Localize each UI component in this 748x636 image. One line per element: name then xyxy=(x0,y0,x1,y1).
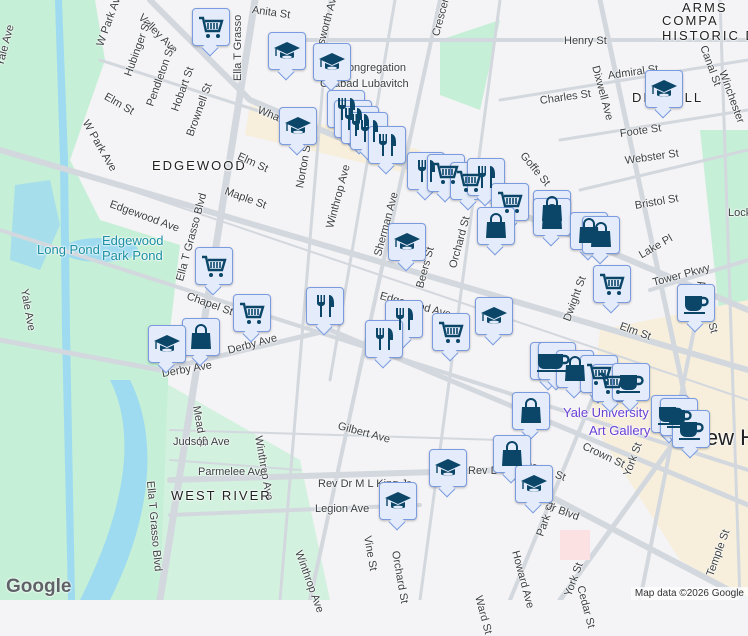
map-marker-grad[interactable] xyxy=(148,325,186,363)
map-marker-bag[interactable] xyxy=(533,198,571,236)
map-marker-grad[interactable] xyxy=(645,70,683,108)
map-label: Lock xyxy=(728,207,748,219)
map-label: Long Pond xyxy=(37,242,100,257)
map-label: COMPA xyxy=(662,13,719,28)
map-label: Ward St xyxy=(472,594,494,636)
map-marker-bag[interactable] xyxy=(582,216,620,254)
map-marker-bag[interactable] xyxy=(493,435,531,473)
map-marker-grad[interactable] xyxy=(475,297,513,335)
map-marker-cart[interactable] xyxy=(195,247,233,285)
map-marker-cart[interactable] xyxy=(233,294,271,332)
map-marker-grad[interactable] xyxy=(268,32,306,70)
map-marker-cart[interactable] xyxy=(432,313,470,351)
map-marker-grad[interactable] xyxy=(515,465,553,503)
map-marker-bag[interactable] xyxy=(477,207,515,245)
map-marker-cup[interactable] xyxy=(677,284,715,322)
map-marker-grad[interactable] xyxy=(388,223,426,261)
map-label: Parmelee Ave xyxy=(198,466,267,478)
map-marker-cart[interactable] xyxy=(593,265,631,303)
map-label: HISTORIC DI xyxy=(662,28,748,43)
map-attribution[interactable]: Map data ©2026 Google xyxy=(630,587,748,600)
map-label: Judson Ave xyxy=(173,436,230,448)
map-marker-cup[interactable] xyxy=(672,410,710,448)
map-label: WEST RIVER xyxy=(171,488,272,503)
map-marker-grad[interactable] xyxy=(429,449,467,487)
map-label: Ella T Grasso xyxy=(232,14,244,81)
map-marker-bag[interactable] xyxy=(512,392,550,430)
map-marker-cup[interactable] xyxy=(612,363,650,401)
map-label: Edgewood xyxy=(102,233,164,248)
map-label[interactable]: Art Gallery xyxy=(589,423,650,438)
map-marker-fork[interactable] xyxy=(368,126,406,164)
map-label: Park Pond xyxy=(102,248,163,263)
map-marker-grad[interactable] xyxy=(279,107,317,145)
map-marker-cart[interactable] xyxy=(192,8,230,46)
hospital-area xyxy=(560,530,590,560)
map-marker-fork[interactable] xyxy=(306,287,344,325)
map-label: Henry St xyxy=(564,35,607,47)
map-marker-grad[interactable] xyxy=(379,482,417,520)
map-marker-grad[interactable] xyxy=(313,43,351,81)
map-label: EDGEWOOD xyxy=(152,158,247,173)
google-logo: Google xyxy=(6,576,72,597)
map-label: Legion Ave xyxy=(315,503,370,515)
map-marker-bag[interactable] xyxy=(182,318,220,356)
map-marker-fork[interactable] xyxy=(365,320,403,358)
